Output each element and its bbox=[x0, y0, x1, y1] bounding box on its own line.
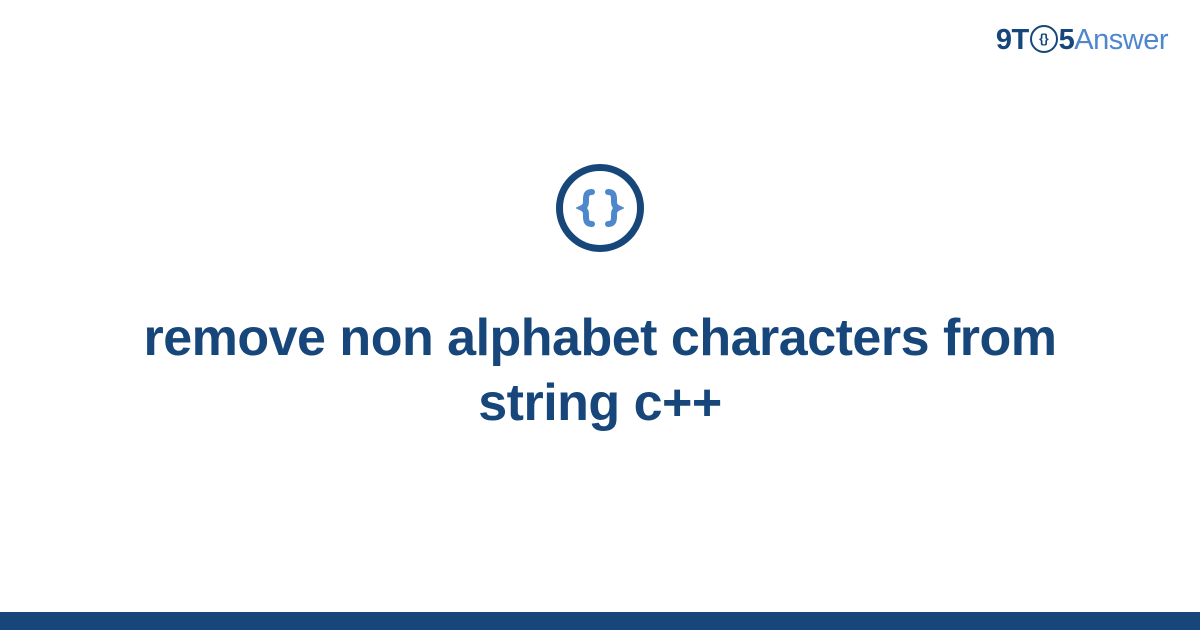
page-title: remove non alphabet characters from stri… bbox=[75, 306, 1125, 436]
footer-accent-bar bbox=[0, 612, 1200, 630]
main-content: remove non alphabet characters from stri… bbox=[0, 0, 1200, 630]
code-braces-icon bbox=[556, 164, 644, 252]
